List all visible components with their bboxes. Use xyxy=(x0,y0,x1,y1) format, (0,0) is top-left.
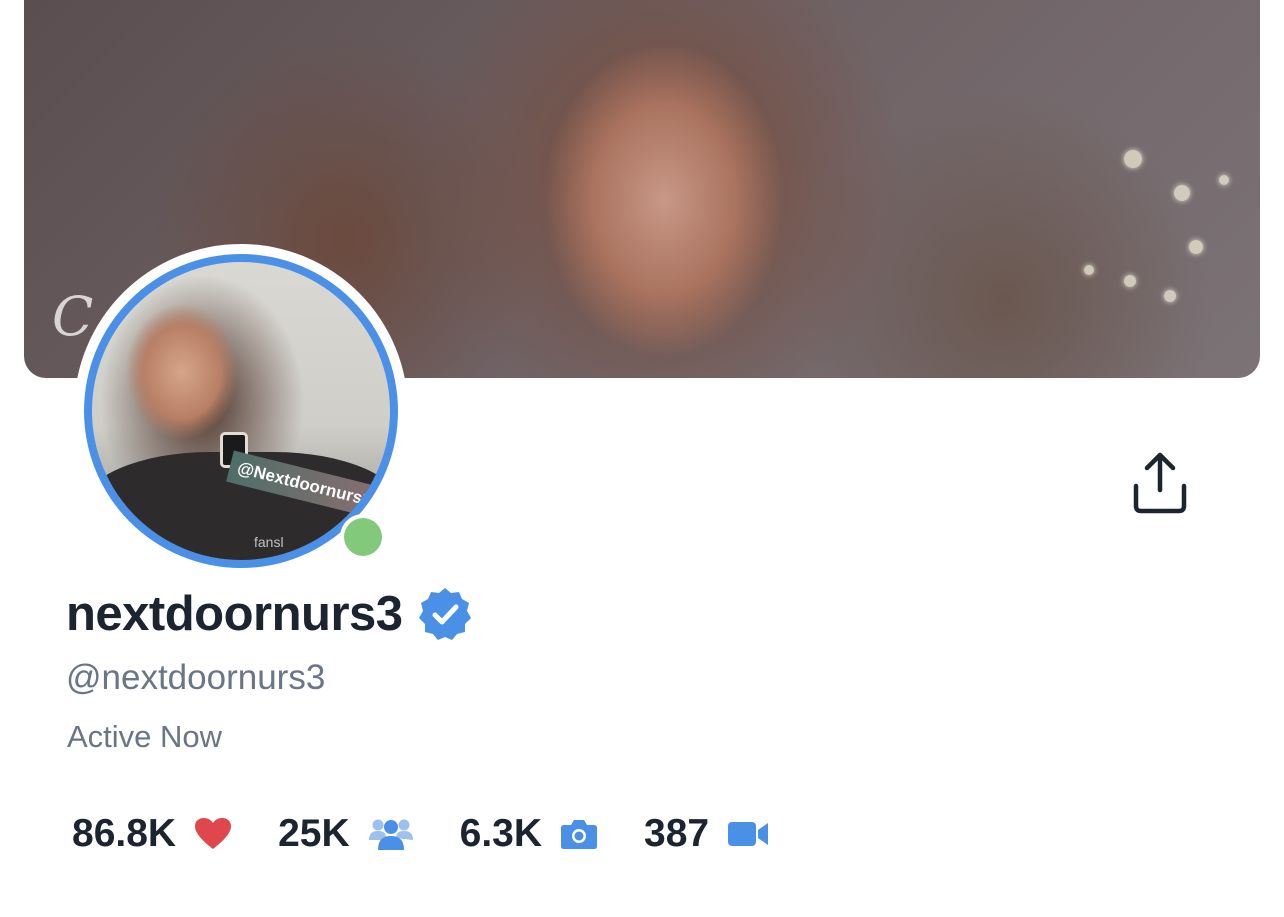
stat-photos: 6.3K xyxy=(460,812,598,856)
stat-likes-value: 86.8K xyxy=(72,812,177,855)
banner-bokeh xyxy=(1124,150,1142,168)
avatar-site-mark: fansl xyxy=(254,534,284,550)
share-button[interactable] xyxy=(1128,450,1192,516)
video-icon xyxy=(727,820,769,848)
online-status-dot xyxy=(344,518,382,556)
display-name: nextdoornurs3 xyxy=(66,587,403,641)
camera-icon xyxy=(560,818,598,850)
profile-stats: 86.8K 25K 6.3K 387 xyxy=(72,812,815,856)
stat-photos-value: 6.3K xyxy=(459,812,543,855)
share-icon xyxy=(1133,452,1187,514)
display-name-row: nextdoornurs3 xyxy=(66,586,473,642)
banner-bokeh xyxy=(1189,240,1203,254)
banner-bokeh xyxy=(1219,175,1229,185)
banner-bokeh xyxy=(1164,290,1176,302)
stat-followers-value: 25K xyxy=(278,812,350,855)
activity-status: Active Now xyxy=(67,719,223,754)
profile-handle: @nextdoornurs3 xyxy=(66,658,326,697)
banner-bokeh xyxy=(1174,185,1190,201)
stat-videos: 387 xyxy=(644,812,769,856)
stat-followers: 25K xyxy=(278,812,414,856)
stat-likes: 86.8K xyxy=(72,812,232,856)
avatar-photo: @Nextdoornurs3 fansl xyxy=(92,262,390,560)
banner-signature: C xyxy=(52,285,94,348)
banner-bokeh xyxy=(1124,275,1136,287)
stat-videos-value: 387 xyxy=(644,812,710,855)
verified-badge-icon xyxy=(418,588,471,640)
heart-icon xyxy=(194,817,232,851)
users-icon xyxy=(368,816,414,852)
banner-bokeh xyxy=(1084,265,1094,275)
